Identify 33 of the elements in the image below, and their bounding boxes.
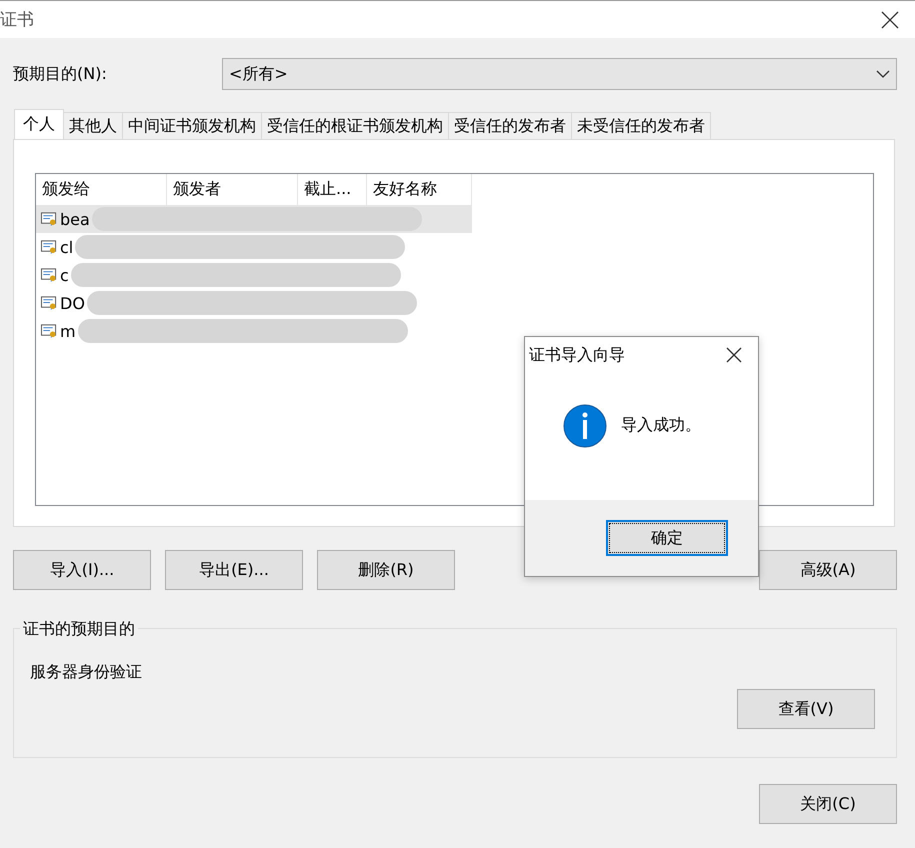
tab[interactable]: 中间证书颁发机构	[123, 112, 262, 139]
table-row[interactable]: m	[36, 317, 472, 345]
table-row[interactable]: cl	[36, 233, 472, 261]
dialog-message: 导入成功。	[621, 415, 701, 436]
close-icon[interactable]	[881, 10, 899, 28]
view-button[interactable]: 查看(V)	[737, 689, 875, 729]
dialog-button[interactable]: 删除(R)	[317, 550, 455, 590]
purpose-dropdown[interactable]: <所有>	[222, 58, 897, 90]
close-button[interactable]: 关闭(C)	[759, 784, 897, 824]
certificate-icon	[40, 211, 58, 227]
window-title: 证书	[0, 9, 34, 31]
dialog-title: 证书导入向导	[529, 344, 625, 366]
tab[interactable]: 受信任的根证书颁发机构	[262, 112, 449, 139]
purpose-text: 服务器身份验证	[30, 662, 142, 683]
table-row[interactable]: bea	[36, 205, 472, 233]
tab[interactable]: 受信任的发布者	[449, 112, 572, 139]
table-row[interactable]: DO	[36, 289, 472, 317]
tab[interactable]: 个人	[14, 109, 64, 139]
ok-button[interactable]: 确定	[606, 520, 728, 556]
close-icon[interactable]	[726, 347, 742, 363]
dialog-button[interactable]: 高级(A)	[759, 550, 897, 590]
certificate-icon	[40, 239, 58, 255]
chevron-icon	[876, 69, 890, 79]
certificate-icon	[40, 267, 58, 283]
dialog-button[interactable]: 导出(E)...	[165, 550, 303, 590]
purpose-label: 预期目的(N):	[13, 64, 108, 84]
certificate-icon	[40, 323, 58, 339]
tab[interactable]: 未受信任的发布者	[572, 112, 711, 139]
dialog-button[interactable]: 导入(I)...	[13, 550, 151, 590]
info-icon	[563, 404, 607, 448]
tab[interactable]: 其他人	[64, 112, 123, 139]
table-row[interactable]: c	[36, 261, 472, 289]
certificate-icon	[40, 295, 58, 311]
